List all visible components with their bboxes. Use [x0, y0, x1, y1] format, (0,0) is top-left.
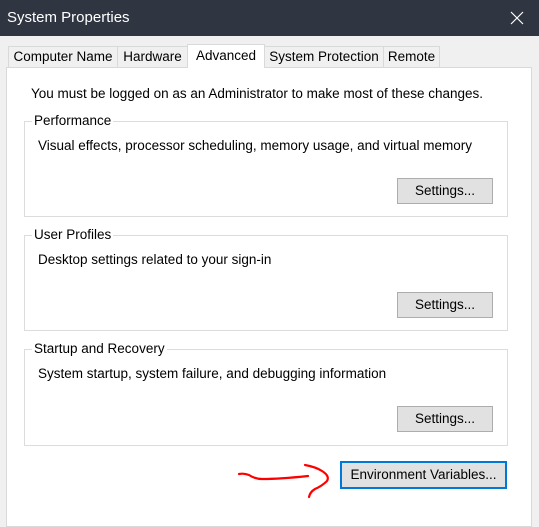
window-title: System Properties [7, 9, 130, 26]
admin-notice: You must be logged on as an Administrato… [31, 86, 484, 101]
tab-system-protection[interactable]: System Protection [264, 46, 384, 67]
user-profiles-group-title: User Profiles [32, 227, 114, 243]
performance-group-title: Performance [32, 113, 114, 129]
user-profiles-group: User Profiles Desktop settings related t… [24, 227, 508, 331]
tab-hardware[interactable]: Hardware [117, 46, 188, 67]
close-icon [510, 11, 524, 25]
tab-remote[interactable]: Remote [383, 46, 440, 67]
tab-advanced[interactable]: Advanced [187, 44, 265, 68]
user-profiles-settings-button[interactable]: Settings... [397, 292, 493, 318]
startup-recovery-group-title: Startup and Recovery [32, 341, 167, 357]
close-button[interactable] [495, 0, 539, 36]
performance-description: Visual effects, processor scheduling, me… [38, 138, 472, 153]
environment-variables-button[interactable]: Environment Variables... [340, 461, 507, 489]
startup-recovery-group: Startup and Recovery System startup, sys… [24, 341, 508, 446]
performance-settings-button[interactable]: Settings... [397, 178, 493, 204]
performance-group: Performance Visual effects, processor sc… [24, 113, 508, 217]
title-bar: System Properties [0, 0, 539, 36]
startup-recovery-description: System startup, system failure, and debu… [38, 366, 387, 381]
user-profiles-description: Desktop settings related to your sign-in [38, 252, 272, 267]
tab-computer-name[interactable]: Computer Name [8, 46, 118, 67]
startup-recovery-settings-button[interactable]: Settings... [397, 406, 493, 432]
